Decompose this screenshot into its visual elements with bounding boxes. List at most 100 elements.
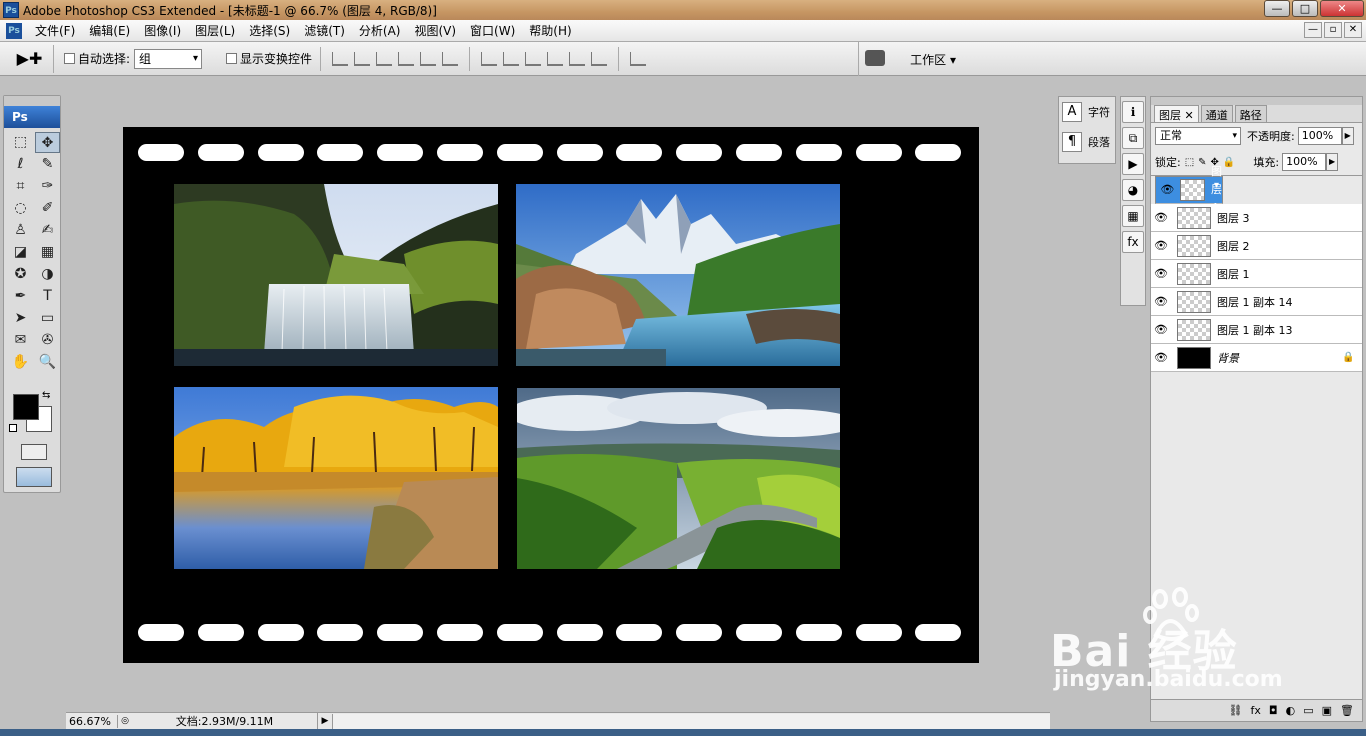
eraser-tool-icon[interactable]: ◪ <box>8 242 33 263</box>
close-button[interactable]: ✕ <box>1320 0 1364 17</box>
color-panel-icon[interactable]: ◕ <box>1122 179 1144 201</box>
type-tool-icon[interactable]: T <box>35 286 60 307</box>
fill-slider-arrow-icon[interactable]: ▶ <box>1326 153 1339 171</box>
notes-tool-icon[interactable]: ✉ <box>8 330 33 351</box>
zoom-tool-icon[interactable]: 🔍 <box>35 352 60 373</box>
align-bottom-icon[interactable] <box>376 51 393 66</box>
lasso-tool-icon[interactable]: ℓ <box>8 154 33 175</box>
move-tool-preset-icon[interactable]: ▶✚ <box>6 44 54 73</box>
new-group-icon[interactable]: ▭ <box>1303 704 1313 717</box>
info-panel-icon[interactable]: ℹ <box>1122 101 1144 123</box>
photo-green-valley[interactable] <box>517 388 840 569</box>
menu-select[interactable]: 选择(S) <box>242 22 297 39</box>
new-layer-icon[interactable]: ▣ <box>1322 704 1332 717</box>
layer-row-copy-13[interactable]: 👁 图层 1 副本 13 <box>1151 316 1362 344</box>
healing-brush-icon[interactable]: ◌ <box>8 198 33 219</box>
align-left-icon[interactable] <box>398 51 415 66</box>
align-right-icon[interactable] <box>442 51 459 66</box>
brush-tool-icon[interactable]: ✐ <box>35 198 60 219</box>
minimize-button[interactable]: — <box>1264 0 1290 17</box>
trash-icon[interactable]: 🗑 <box>1340 704 1354 717</box>
eye-icon[interactable]: 👁 <box>1151 211 1171 224</box>
layer-row-background[interactable]: 👁 背景 🔒 <box>1151 344 1362 372</box>
align-vcenter-icon[interactable] <box>354 51 371 66</box>
hand-tool-icon[interactable]: ✋ <box>8 352 33 373</box>
menu-file[interactable]: 文件(F) <box>28 22 82 39</box>
crop-tool-icon[interactable]: ⌗ <box>8 176 33 197</box>
distribute-right-icon[interactable] <box>591 51 608 66</box>
clone-stamp-icon[interactable]: ♙ <box>8 220 33 241</box>
distribute-vcenter-icon[interactable] <box>503 51 520 66</box>
character-panel-row[interactable]: A 字符 <box>1059 97 1115 127</box>
eye-icon[interactable]: 👁 <box>1151 351 1171 364</box>
dodge-tool-icon[interactable]: ◑ <box>35 264 60 285</box>
auto-select-checkbox[interactable] <box>64 53 75 64</box>
doc-restore-button[interactable]: ▫ <box>1324 22 1342 38</box>
layer-mask-icon[interactable]: ◘ <box>1269 704 1278 717</box>
eye-icon[interactable]: 👁 <box>1151 323 1171 336</box>
menu-filter[interactable]: 滤镜(T) <box>297 22 352 39</box>
distribute-left-icon[interactable] <box>547 51 564 66</box>
eye-icon[interactable]: 👁 <box>1160 181 1175 199</box>
bridge-icon[interactable] <box>865 50 885 66</box>
eye-icon[interactable]: 👁 <box>1151 295 1171 308</box>
swatches-panel-icon[interactable]: ▦ <box>1122 205 1144 227</box>
tab-channels[interactable]: 通道 <box>1200 105 1233 122</box>
path-selection-icon[interactable]: ➤ <box>8 308 33 329</box>
menu-edit[interactable]: 编辑(E) <box>82 22 137 39</box>
photo-mountains[interactable] <box>516 184 840 366</box>
layer-style-icon[interactable]: fx <box>1251 704 1261 717</box>
tab-close-icon[interactable]: ✕ <box>1185 109 1194 122</box>
toolbox-grip[interactable] <box>4 96 60 106</box>
status-info-icon[interactable]: ◎ <box>118 716 132 726</box>
menu-analysis[interactable]: 分析(A) <box>352 22 408 39</box>
show-transform-checkbox[interactable] <box>226 53 238 64</box>
opacity-input[interactable]: 100% <box>1297 127 1342 145</box>
layer-row-1[interactable]: 👁 图层 1 <box>1151 260 1362 288</box>
maximize-button[interactable]: □ <box>1292 0 1318 17</box>
zoom-level[interactable]: 66.67% <box>66 714 118 728</box>
history-brush-icon[interactable]: ✍ <box>35 220 60 241</box>
ps-menu-icon[interactable]: Ps <box>6 22 22 39</box>
auto-select-dropdown[interactable]: 组 <box>134 48 203 69</box>
layer-row-copy-14[interactable]: 👁 图层 1 副本 14 <box>1151 288 1362 316</box>
eyedropper-tool-icon[interactable]: ✇ <box>35 330 60 351</box>
screen-mode-button[interactable] <box>16 467 52 487</box>
menu-image[interactable]: 图像(I) <box>137 22 188 39</box>
blur-tool-icon[interactable]: ✪ <box>8 264 33 285</box>
doc-close-button[interactable]: ✕ <box>1344 22 1362 38</box>
clone-source-icon[interactable]: ⧉ <box>1122 127 1144 149</box>
slice-tool-icon[interactable]: ✑ <box>35 176 60 197</box>
eye-icon[interactable]: 👁 <box>1151 239 1171 252</box>
layer-row-4[interactable]: 👁 图层 4 <box>1155 165 1223 214</box>
swap-colors-icon[interactable]: ⇆ <box>42 390 50 401</box>
menu-window[interactable]: 窗口(W) <box>463 22 522 39</box>
eye-icon[interactable]: 👁 <box>1151 267 1171 280</box>
paragraph-panel-row[interactable]: ¶ 段落 <box>1059 127 1115 157</box>
blend-mode-dropdown[interactable]: 正常 <box>1155 127 1241 145</box>
tab-paths[interactable]: 路径 <box>1234 105 1267 122</box>
foreground-color-swatch[interactable] <box>13 394 39 420</box>
link-layers-icon[interactable]: ⛓ <box>1229 704 1243 717</box>
photo-waterfall[interactable] <box>174 184 498 366</box>
tab-layers[interactable]: 图层 ✕ <box>1154 105 1199 122</box>
opacity-slider-arrow-icon[interactable]: ▶ <box>1341 127 1354 145</box>
styles-panel-icon[interactable]: fx <box>1122 231 1144 253</box>
quick-mask-button[interactable] <box>21 444 47 460</box>
align-top-icon[interactable] <box>332 51 349 66</box>
menu-view[interactable]: 视图(V) <box>407 22 463 39</box>
document-canvas[interactable] <box>123 127 979 663</box>
default-colors-icon[interactable] <box>9 424 17 432</box>
layer-row-3[interactable]: 👁 图层 3 <box>1151 204 1362 232</box>
layers-panel-grip[interactable] <box>1151 97 1362 105</box>
doc-minimize-button[interactable]: — <box>1304 22 1322 38</box>
fill-input[interactable]: 100% <box>1282 153 1327 171</box>
horizontal-scrollbar[interactable] <box>332 713 1050 729</box>
marquee-tool-icon[interactable]: ⬚ <box>8 132 33 153</box>
distribute-hcenter-icon[interactable] <box>569 51 586 66</box>
distribute-bottom-icon[interactable] <box>525 51 542 66</box>
layer-row-2[interactable]: 👁 图层 2 <box>1151 232 1362 260</box>
gradient-tool-icon[interactable]: ▦ <box>35 242 60 263</box>
distribute-top-icon[interactable] <box>481 51 498 66</box>
pen-tool-icon[interactable]: ✒ <box>8 286 33 307</box>
